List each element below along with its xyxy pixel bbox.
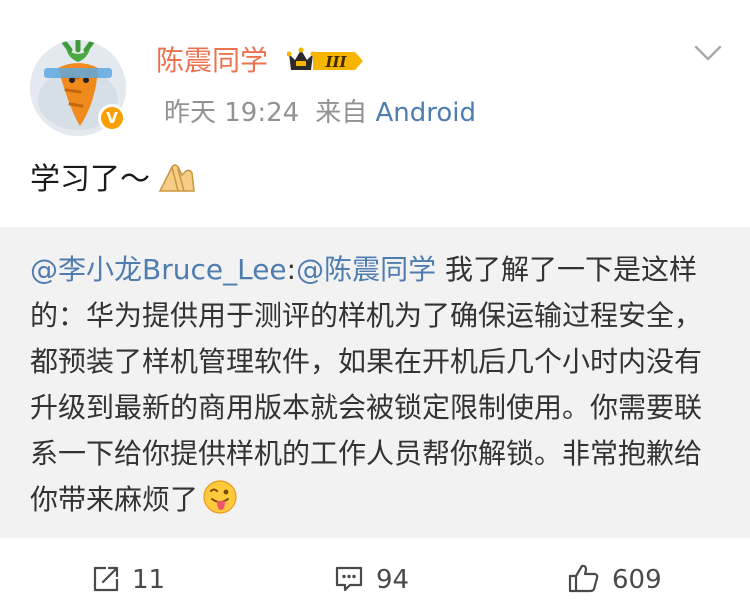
- repost-button[interactable]: 11: [92, 562, 165, 598]
- action-bar: 11 94 609: [0, 546, 750, 616]
- level-badge-text: III: [324, 53, 347, 71]
- comment-icon: [335, 566, 363, 592]
- share-icon: [93, 566, 119, 592]
- post-time: 昨天 19:24: [164, 98, 300, 128]
- like-count: 609: [612, 565, 662, 595]
- comment-button[interactable]: 94: [334, 562, 409, 598]
- hands-together-emoji-icon: [158, 164, 195, 192]
- repost-body-text: 我了解了一下是这样的：华为提供用于测评的样机为了确保运输过程安全，都预装了样机管…: [30, 253, 703, 516]
- mention-author-link[interactable]: @李小龙Bruce_Lee: [30, 253, 287, 286]
- comment-count: 94: [376, 565, 410, 595]
- level-badge-icon: III: [287, 47, 363, 71]
- repost-card[interactable]: @李小龙Bruce_Lee:@陈震同学 我了解了一下是这样的：华为提供用于测评的…: [0, 227, 750, 538]
- chevron-down-icon[interactable]: [694, 44, 722, 62]
- repost-separator: :: [286, 253, 297, 286]
- post-meta: 昨天 19:24 来自 Android: [156, 96, 476, 130]
- verified-v-icon: V: [98, 104, 126, 132]
- mention-reply-link[interactable]: @陈震同学: [296, 253, 436, 286]
- post-header: V 陈震同学 III 昨天 19:24 来自 Android: [0, 0, 750, 150]
- post-source[interactable]: Android: [375, 98, 476, 128]
- repost-count: 11: [132, 565, 166, 595]
- source-prefix: 来自: [315, 98, 368, 128]
- like-button[interactable]: 609: [568, 562, 662, 598]
- post-body: 学习了～: [30, 160, 196, 200]
- username[interactable]: 陈震同学: [156, 44, 268, 78]
- thumbs-up-icon: [568, 564, 599, 593]
- tongue-out-emoji-icon: [203, 480, 237, 514]
- post-text: 学习了～: [30, 162, 150, 197]
- repost-text: @李小龙Bruce_Lee:@陈震同学 我了解了一下是这样的：华为提供用于测评的…: [30, 247, 722, 523]
